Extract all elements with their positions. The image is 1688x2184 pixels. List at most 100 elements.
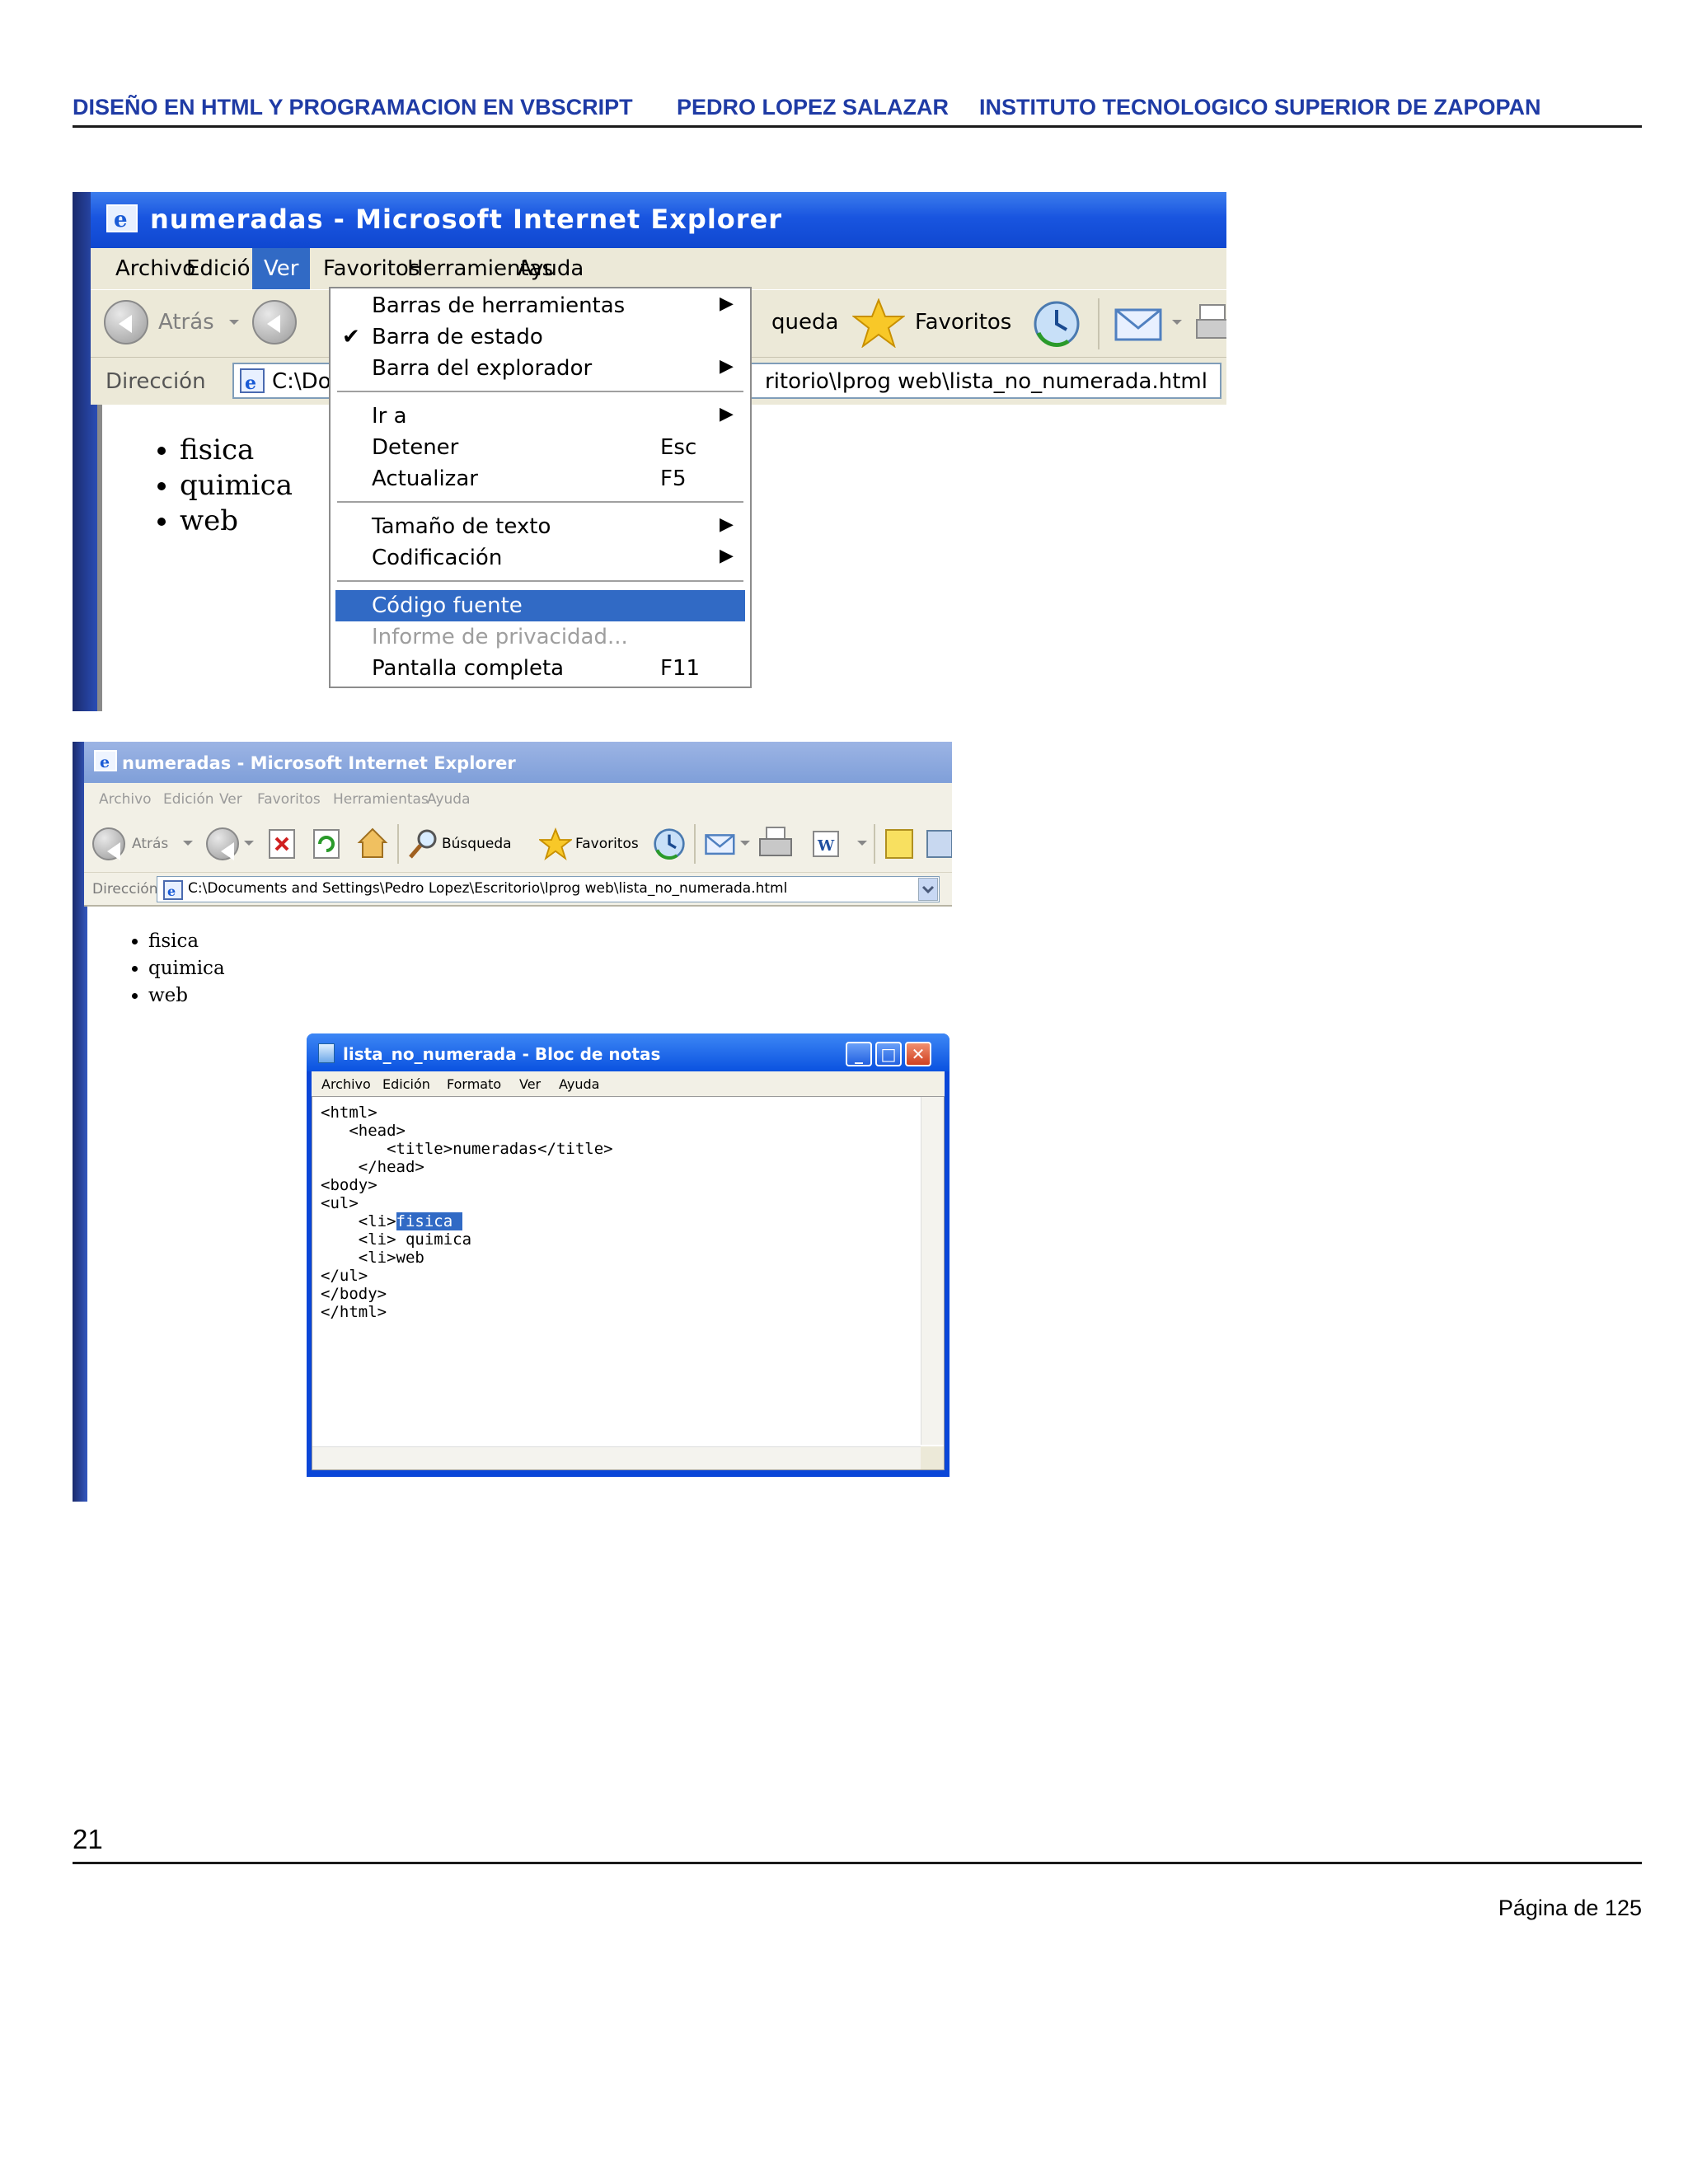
messenger-icon[interactable] bbox=[925, 826, 952, 860]
mail-dropdown-icon[interactable] bbox=[740, 841, 750, 846]
checkmark-icon: ✔ bbox=[342, 325, 360, 349]
list-item: quimica bbox=[148, 955, 225, 982]
menu-archivo[interactable]: Archivo bbox=[321, 1076, 371, 1092]
forward-arrow-icon[interactable] bbox=[206, 827, 239, 860]
menu-ayuda[interactable]: Ayuda bbox=[559, 1076, 599, 1092]
ver-dropdown-menu: Barras de herramientas ▶ ✔ Barra de esta… bbox=[329, 287, 752, 688]
toolbar-separator bbox=[694, 824, 696, 864]
back-dropdown-icon[interactable] bbox=[183, 841, 193, 846]
menu-item-codigo-fuente[interactable]: Código fuente bbox=[335, 590, 745, 621]
back-button-label[interactable]: Atrás bbox=[158, 310, 214, 335]
submenu-arrow-icon: ▶ bbox=[720, 514, 734, 535]
back-arrow-icon[interactable] bbox=[104, 300, 148, 344]
forward-arrow-icon[interactable] bbox=[252, 300, 297, 344]
menu-separator bbox=[337, 501, 743, 503]
shortcut-label: F5 bbox=[660, 466, 687, 491]
menu-ayuda[interactable]: Ayuda bbox=[427, 791, 471, 808]
minimize-button[interactable]: _ bbox=[846, 1042, 872, 1066]
menu-ver[interactable]: Ver bbox=[219, 791, 242, 808]
ie-screenshot-view-menu: e numeradas - Microsoft Internet Explore… bbox=[73, 192, 1226, 711]
list-item: web bbox=[148, 982, 225, 1010]
shortcut-label: Esc bbox=[660, 435, 697, 460]
menu-formato[interactable]: Formato bbox=[447, 1076, 501, 1092]
ie-window-title: numeradas - Microsoft Internet Explorer bbox=[122, 753, 516, 773]
mail-dropdown-icon[interactable] bbox=[1172, 320, 1182, 325]
horizontal-scrollbar[interactable] bbox=[312, 1446, 921, 1469]
print-icon[interactable] bbox=[758, 826, 793, 862]
mail-icon[interactable] bbox=[704, 831, 737, 857]
unordered-list: fisica quimica web bbox=[180, 433, 293, 539]
menu-item-ir-a[interactable]: Ir a ▶ bbox=[331, 401, 750, 432]
menu-item-barras-herramientas[interactable]: Barras de herramientas ▶ bbox=[331, 290, 750, 321]
notepad-title: lista_no_numerada - Bloc de notas bbox=[343, 1044, 661, 1064]
menu-ver[interactable]: Ver bbox=[519, 1076, 541, 1092]
discuss-note-icon[interactable] bbox=[884, 827, 915, 860]
favorites-star-icon[interactable] bbox=[852, 298, 905, 348]
address-value: C:\Documents and Settings\Pedro Lopez\Es… bbox=[188, 880, 788, 897]
menu-item-detener[interactable]: Detener Esc bbox=[331, 432, 750, 463]
history-icon[interactable] bbox=[1032, 300, 1081, 348]
menu-separator bbox=[337, 580, 743, 582]
back-dropdown-icon[interactable] bbox=[229, 320, 239, 325]
menu-separator bbox=[337, 391, 743, 392]
print-icon[interactable] bbox=[1195, 302, 1226, 346]
ie-menu-bar: Archivo Edición Ver Favoritos Herramient… bbox=[91, 248, 1226, 289]
page-number: 21 bbox=[73, 1824, 103, 1854]
toolbar-separator bbox=[397, 824, 399, 864]
refresh-icon[interactable] bbox=[312, 827, 341, 860]
header-author: PEDRO LOPEZ SALAZAR bbox=[677, 95, 950, 120]
page-header: DISEÑO EN HTML Y PROGRAMACION EN VBSCRIP… bbox=[73, 93, 1642, 128]
menu-item-codificacion[interactable]: Codificación ▶ bbox=[331, 542, 750, 574]
search-icon[interactable] bbox=[407, 827, 440, 860]
history-icon[interactable] bbox=[653, 827, 686, 860]
page-icon: e bbox=[163, 880, 183, 900]
maximize-button[interactable]: □ bbox=[875, 1042, 902, 1066]
ie-window-title: numeradas - Microsoft Internet Explorer bbox=[150, 204, 783, 235]
home-icon[interactable] bbox=[356, 826, 389, 860]
edit-dropdown-icon[interactable] bbox=[857, 841, 867, 846]
address-dropdown-button[interactable] bbox=[918, 878, 938, 901]
menu-ver[interactable]: Ver bbox=[252, 248, 311, 289]
submenu-arrow-icon: ▶ bbox=[720, 404, 734, 424]
forward-dropdown-icon[interactable] bbox=[244, 841, 254, 846]
menu-archivo[interactable]: Archivo bbox=[115, 256, 195, 281]
notepad-text-area[interactable]: <html> <head> <title>numeradas</title> <… bbox=[312, 1096, 945, 1470]
menu-herramientas[interactable]: Herramientas bbox=[333, 791, 429, 808]
menu-item-barra-explorador[interactable]: Barra del explorador ▶ bbox=[331, 353, 750, 384]
list-item: fisica bbox=[148, 928, 225, 955]
search-button-label[interactable]: queda bbox=[771, 310, 838, 335]
menu-favoritos[interactable]: Favoritos bbox=[257, 791, 321, 808]
stop-icon[interactable] bbox=[267, 827, 297, 860]
address-value-end: ritorio\lprog web\lista_no_numerada.html bbox=[765, 369, 1207, 394]
word-edit-icon[interactable]: W bbox=[811, 829, 841, 859]
back-button-label[interactable]: Atrás bbox=[132, 836, 168, 852]
svg-text:e: e bbox=[167, 883, 176, 899]
search-button-label[interactable]: Búsqueda bbox=[442, 836, 512, 852]
menu-archivo[interactable]: Archivo bbox=[99, 791, 152, 808]
menu-ayuda[interactable]: Ayuda bbox=[518, 256, 584, 281]
back-arrow-icon[interactable] bbox=[92, 827, 125, 860]
vertical-scrollbar[interactable] bbox=[921, 1097, 944, 1445]
menu-item-pantalla-completa[interactable]: Pantalla completa F11 bbox=[331, 653, 750, 684]
footer-divider bbox=[73, 1862, 1642, 1864]
favorites-button-label[interactable]: Favoritos bbox=[915, 310, 1011, 335]
menu-favoritos[interactable]: Favoritos bbox=[323, 256, 420, 281]
mail-icon[interactable] bbox=[1113, 303, 1165, 344]
ie-toolbar: Atrás Búsqueda Favoritos W bbox=[84, 816, 952, 872]
list-item: quimica bbox=[180, 468, 293, 504]
close-button[interactable]: ✕ bbox=[905, 1042, 931, 1066]
menu-item-barra-estado[interactable]: ✔ Barra de estado bbox=[331, 321, 750, 353]
shortcut-label: F11 bbox=[660, 656, 701, 681]
favorites-button-label[interactable]: Favoritos bbox=[575, 836, 639, 852]
menu-edicion[interactable]: Edición bbox=[382, 1076, 430, 1092]
submenu-arrow-icon: ▶ bbox=[720, 356, 734, 377]
notepad-menu-bar: Archivo Edición Formato Ver Ayuda bbox=[312, 1071, 945, 1096]
menu-item-actualizar[interactable]: Actualizar F5 bbox=[331, 463, 750, 494]
menu-edicion[interactable]: Edición bbox=[163, 791, 214, 808]
toolbar-separator bbox=[1098, 298, 1100, 349]
favorites-star-icon[interactable] bbox=[539, 827, 572, 860]
header-course-title: DISEÑO EN HTML Y PROGRAMACION EN VBSCRIP… bbox=[73, 95, 633, 120]
svg-text:W: W bbox=[817, 837, 835, 855]
menu-item-tamano-texto[interactable]: Tamaño de texto ▶ bbox=[331, 511, 750, 542]
resize-grip[interactable] bbox=[921, 1446, 944, 1469]
